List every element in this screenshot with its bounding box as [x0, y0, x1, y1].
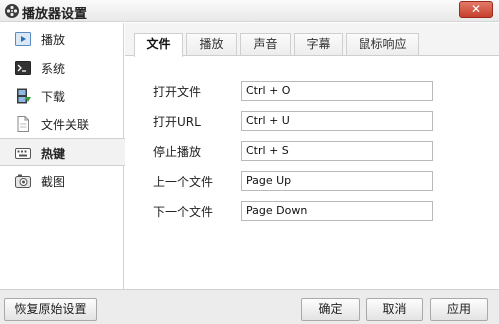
sidebar-item-hotkeys[interactable]: 热键	[0, 138, 125, 166]
sidebar-item-screenshot[interactable]: 截图	[0, 167, 124, 195]
apply-button[interactable]: 应用	[430, 298, 488, 321]
sidebar-item-play[interactable]: 播放	[0, 25, 124, 53]
restore-defaults-button[interactable]: 恢复原始设置	[4, 298, 97, 321]
hotkey-field-previous-file[interactable]: Page Up	[241, 171, 433, 191]
play-icon	[15, 32, 31, 46]
terminal-icon	[15, 61, 31, 75]
tab-mouse-response[interactable]: 鼠标响应	[346, 33, 419, 56]
window-title: 播放器设置	[22, 7, 88, 22]
film-download-icon	[17, 88, 31, 104]
hotkey-field-open-url[interactable]: Ctrl + U	[241, 111, 433, 131]
bottom-bar: 恢复原始设置 确定 取消 应用	[0, 289, 499, 324]
tab-subtitle[interactable]: 字幕	[294, 33, 343, 56]
sidebar-item-download[interactable]: 下载	[0, 82, 124, 110]
close-button[interactable]: ✕	[459, 1, 493, 18]
sidebar-item-system[interactable]: 系统	[0, 54, 124, 82]
sidebar-item-label: 热键	[41, 147, 66, 161]
sidebar-item-label: 截图	[41, 175, 66, 189]
hotkey-label-next-file: 下一个文件	[153, 205, 214, 219]
hotkey-label-stop: 停止播放	[153, 145, 202, 159]
title-bar: 播放器设置 ✕	[0, 0, 499, 22]
hotkey-label-open-url: 打开URL	[153, 115, 201, 129]
sidebar-item-label: 文件关联	[41, 118, 90, 132]
hotkey-field-next-file[interactable]: Page Down	[241, 201, 433, 221]
tab-sound[interactable]: 声音	[240, 33, 291, 56]
sidebar-item-label: 播放	[41, 33, 66, 47]
camera-icon	[15, 174, 31, 188]
hotkey-label-previous-file: 上一个文件	[153, 175, 214, 189]
sidebar-item-label: 系统	[41, 62, 66, 76]
keyboard-icon	[15, 148, 31, 159]
tab-playback[interactable]: 播放	[186, 33, 237, 56]
sidebar: 播放 系统 下载 文件关联 热键 截图	[0, 23, 125, 289]
cancel-button[interactable]: 取消	[366, 298, 423, 321]
hotkey-label-open-file: 打开文件	[153, 85, 202, 99]
sidebar-item-label: 下载	[41, 90, 66, 104]
tab-file[interactable]: 文件	[134, 33, 183, 57]
document-icon	[17, 116, 29, 132]
film-reel-icon	[5, 4, 19, 18]
hotkey-field-stop[interactable]: Ctrl + S	[241, 141, 433, 161]
hotkey-field-open-file[interactable]: Ctrl + O	[241, 81, 433, 101]
sidebar-item-file-association[interactable]: 文件关联	[0, 110, 124, 138]
ok-button[interactable]: 确定	[301, 298, 360, 321]
